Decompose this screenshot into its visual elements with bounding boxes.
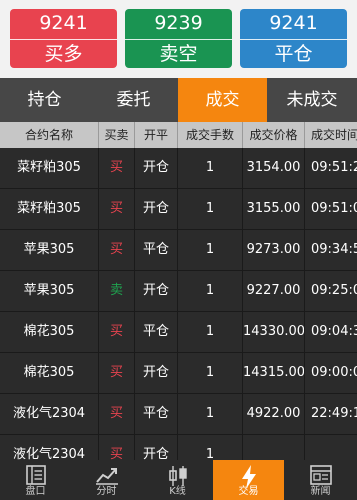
- price-cell: 3155.00: [243, 189, 305, 229]
- contract-cell: 菜籽粕305: [0, 189, 99, 229]
- news-icon: [309, 465, 332, 485]
- lots-cell: 1: [178, 435, 243, 460]
- time-cell: 09:34:5: [305, 230, 357, 270]
- price-cell: 9273.00: [243, 230, 305, 270]
- time-cell: 09:51:2: [305, 148, 357, 188]
- nav-orderbook[interactable]: 盘口: [0, 460, 71, 500]
- column-header-lots: 成交手数: [178, 122, 243, 148]
- table-row[interactable]: 液化气2304 买 平仓 1 4922.00 22:49:1: [0, 394, 357, 435]
- side-cell: 卖: [99, 271, 135, 311]
- lots-cell: 1: [178, 230, 243, 270]
- nav-label: 盘口: [25, 486, 46, 497]
- lots-cell: 1: [178, 312, 243, 352]
- contract-cell: 液化气2304: [0, 435, 99, 460]
- price-cell: [243, 435, 305, 460]
- nav-kline[interactable]: K线: [142, 460, 213, 500]
- close-position-button[interactable]: 9241 平仓: [240, 9, 347, 68]
- column-header-time: 成交时间: [305, 122, 357, 148]
- sell-price: 9239: [154, 12, 203, 34]
- offset-cell: 开仓: [135, 353, 178, 393]
- sell-short-label: 卖空: [159, 43, 198, 65]
- table-row[interactable]: 菜籽粕305 买 开仓 1 3154.00 09:51:2: [0, 148, 357, 189]
- nav-label: 新闻: [310, 486, 331, 497]
- offset-cell: 开仓: [135, 189, 178, 229]
- sell-short-button[interactable]: 9239 卖空: [125, 9, 232, 68]
- side-cell: 买: [99, 312, 135, 352]
- candlestick-icon: [168, 466, 187, 486]
- close-position-label: 平仓: [274, 43, 313, 65]
- buy-long-label: 买多: [44, 43, 83, 65]
- table-row[interactable]: 苹果305 卖 开仓 1 9227.00 09:25:0: [0, 271, 357, 312]
- offset-cell: 开仓: [135, 435, 178, 460]
- time-cell: [305, 435, 357, 460]
- time-cell: 09:04:3: [305, 312, 357, 352]
- lots-cell: 1: [178, 353, 243, 393]
- contract-cell: 棉花305: [0, 312, 99, 352]
- offset-cell: 开仓: [135, 271, 178, 311]
- table-row[interactable]: 棉花305 买 平仓 1 14330.00 09:04:3: [0, 312, 357, 353]
- price-cell: 14315.00: [243, 353, 305, 393]
- time-cell: 09:00:0: [305, 353, 357, 393]
- tab-unfilled[interactable]: 未成交: [267, 78, 357, 122]
- trade-button-bar: 9241 买多 9239 卖空 9241 平仓: [0, 0, 357, 78]
- column-header-offset: 开平: [135, 122, 178, 148]
- buy-long-button[interactable]: 9241 买多: [10, 9, 117, 68]
- lots-cell: 1: [178, 148, 243, 188]
- table-row[interactable]: 棉花305 买 开仓 1 14315.00 09:00:0: [0, 353, 357, 394]
- price-cell: 3154.00: [243, 148, 305, 188]
- table-row[interactable]: 液化气2304 买 开仓 1: [0, 435, 357, 460]
- orderbook-icon: [25, 465, 46, 485]
- price-cell: 4922.00: [243, 394, 305, 434]
- offset-cell: 平仓: [135, 230, 178, 270]
- close-price: 9241: [269, 12, 318, 34]
- lots-cell: 1: [178, 271, 243, 311]
- side-cell: 买: [99, 148, 135, 188]
- time-cell: 09:51:0: [305, 189, 357, 229]
- tab-trades[interactable]: 成交: [178, 78, 267, 122]
- column-header-price: 成交价格: [243, 122, 305, 148]
- nav-news[interactable]: 新闻: [284, 460, 357, 500]
- table-row[interactable]: 菜籽粕305 买 开仓 1 3155.00 09:51:0: [0, 189, 357, 230]
- order-tabs: 持仓 委托 成交 未成交: [0, 78, 357, 122]
- side-cell: 买: [99, 394, 135, 434]
- side-cell: 买: [99, 230, 135, 270]
- time-cell: 09:25:0: [305, 271, 357, 311]
- bottom-nav: 盘口 分时 K线 交易 新闻: [0, 460, 357, 500]
- offset-cell: 开仓: [135, 148, 178, 188]
- table-row[interactable]: 苹果305 买 平仓 1 9273.00 09:34:5: [0, 230, 357, 271]
- nav-label: 分时: [96, 486, 117, 497]
- table-header: 合约名称 买卖 开平 成交手数 成交价格 成交时间: [0, 122, 357, 148]
- tab-orders[interactable]: 委托: [89, 78, 178, 122]
- price-cell: 14330.00: [243, 312, 305, 352]
- contract-cell: 苹果305: [0, 230, 99, 270]
- offset-cell: 平仓: [135, 394, 178, 434]
- side-cell: 买: [99, 353, 135, 393]
- column-header-contract: 合约名称: [0, 122, 99, 148]
- contract-cell: 棉花305: [0, 353, 99, 393]
- timeshare-chart-icon: [95, 468, 118, 485]
- lots-cell: 1: [178, 189, 243, 229]
- tab-positions[interactable]: 持仓: [0, 78, 89, 122]
- nav-label: 交易: [238, 486, 259, 497]
- contract-cell: 液化气2304: [0, 394, 99, 434]
- lots-cell: 1: [178, 394, 243, 434]
- contract-cell: 菜籽粕305: [0, 148, 99, 188]
- price-cell: 9227.00: [243, 271, 305, 311]
- buy-price: 9241: [39, 12, 88, 34]
- trades-table: 菜籽粕305 买 开仓 1 3154.00 09:51:2 菜籽粕305 买 开…: [0, 148, 357, 460]
- side-cell: 买: [99, 189, 135, 229]
- time-cell: 22:49:1: [305, 394, 357, 434]
- contract-cell: 苹果305: [0, 271, 99, 311]
- column-header-side: 买卖: [99, 122, 135, 148]
- nav-trade[interactable]: 交易: [213, 460, 284, 500]
- nav-label: K线: [169, 486, 186, 497]
- offset-cell: 平仓: [135, 312, 178, 352]
- nav-timeshare[interactable]: 分时: [71, 460, 142, 500]
- side-cell: 买: [99, 435, 135, 460]
